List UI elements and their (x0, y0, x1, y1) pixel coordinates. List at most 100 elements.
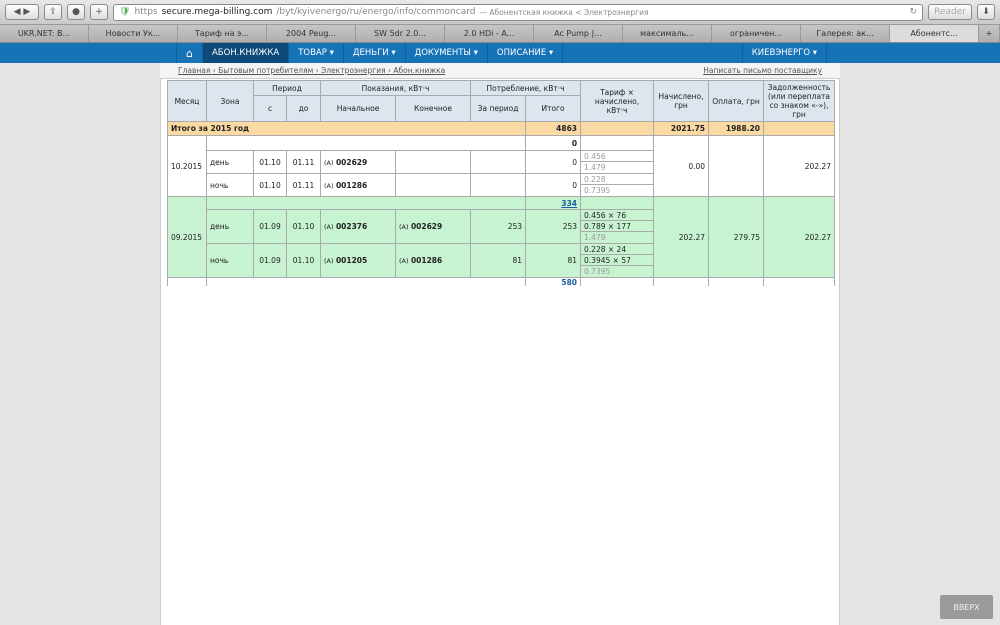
browser-tab-active[interactable]: Абонентс... (890, 25, 979, 42)
year-paid: 1988.20 (708, 121, 765, 136)
tariff-line: 0.228 (581, 175, 653, 185)
url-scheme: https (134, 7, 158, 17)
col-consumption: Потребление, кВт·ч (470, 80, 582, 96)
col-readings: Показания, кВт·ч (320, 80, 472, 96)
col-period: Период (252, 80, 322, 96)
browser-tab[interactable]: Тариф на э... (178, 25, 267, 42)
new-tab-icon[interactable]: + (979, 25, 1000, 42)
tariff-line: 0.456 × 76 (581, 211, 653, 221)
tab-bar: UKR.NET: В... Новости Ук... Тариф на э..… (0, 25, 1000, 43)
end-reading: (А) 001286 (395, 243, 472, 278)
extension-icon[interactable]: ● (67, 4, 85, 20)
address-bar[interactable]: 🛡 https secure.mega-billing.com/byt/kyiv… (113, 3, 923, 21)
month-row: 10.2015 0 0.00 202.27 (167, 135, 836, 197)
browser-tab[interactable]: ограничен... (712, 25, 801, 42)
scroll-top-button[interactable]: ВВЕРХ (940, 595, 993, 619)
zone-total: 0 (525, 173, 582, 197)
browser-tab[interactable]: SW 5dr 2.0... (356, 25, 445, 42)
tariff-line: 0.7395 (584, 186, 611, 195)
nav-documents[interactable]: ДОКУМЕНТЫ ▾ (406, 43, 488, 63)
browser-tab[interactable]: Галерея: ак... (801, 25, 890, 42)
prefix: (А) (324, 257, 334, 265)
col-from: с (253, 95, 287, 122)
value: 002629 (335, 157, 368, 167)
month: 10.2015 (167, 135, 207, 197)
col-month: Месяц (167, 80, 207, 122)
debt: 202.27 (763, 135, 836, 197)
from: 01.09 (253, 243, 287, 278)
tariff-line: 1.479 (584, 163, 606, 172)
write-supplier-link[interactable]: Написать письмо поставщику (703, 66, 822, 75)
col-debt: Задолженность (или переплата со знаком «… (763, 80, 836, 122)
content-panel: Месяц Зона Период Показания, кВт·ч Потре… (160, 79, 840, 625)
value: 001286 (410, 256, 443, 265)
zone-total: 253 (525, 209, 582, 244)
zone-period: 253 (470, 209, 527, 244)
downloads-icon[interactable]: ⬇ (977, 4, 995, 20)
browser-tab[interactable]: максималь... (623, 25, 712, 42)
nav-money[interactable]: ДЕНЬГИ ▾ (344, 43, 406, 63)
from: 01.10 (253, 173, 287, 197)
col-charged: Начислено, грн (653, 80, 710, 122)
month-row: 09.2015 334 202.27 279.75 202.27 (167, 196, 836, 278)
charged: 0.00 (653, 135, 710, 197)
col-paid: Оплата, грн (708, 80, 765, 122)
value: 001205 (335, 256, 368, 265)
year-total: 4863 (525, 121, 582, 136)
start-reading: (А) 001286 (320, 173, 397, 197)
reader-button[interactable]: Reader (928, 4, 972, 20)
from: 01.09 (253, 209, 287, 244)
to: 01.10 (285, 243, 322, 278)
share-icon[interactable]: ⇪ (44, 4, 62, 20)
back-forward-buttons[interactable]: ◀ ▶ (5, 4, 39, 20)
to: 01.11 (285, 173, 322, 197)
end-reading: (А) 002629 (395, 209, 472, 244)
prefix: (А) (324, 223, 334, 231)
value: 002376 (335, 222, 368, 231)
tariff-line: 0.456 (581, 152, 653, 162)
add-tab-icon[interactable]: + (90, 4, 108, 20)
tariff-cell: 0.456 1.479 (580, 150, 655, 174)
zone-period: 81 (470, 243, 527, 278)
zone-total: 0 (525, 150, 582, 174)
breadcrumb[interactable]: Главная › Бытовым потребителям › Электро… (178, 66, 445, 75)
browser-tab[interactable]: 2.0 HDi - A... (445, 25, 534, 42)
year-label: Итого за 2015 год (166, 121, 527, 136)
nav-abon-book[interactable]: АБОН.КНИЖКА (202, 43, 290, 63)
prefix: (А) (399, 257, 409, 265)
month-total-link[interactable]: 580 (561, 279, 577, 286)
zone: день (206, 209, 254, 244)
col-per-period: За период (470, 95, 527, 122)
page-title: — Абонентская книжка < Электроэнергия (479, 7, 649, 17)
col-end: Конечное (395, 95, 472, 122)
month-total-link[interactable]: 334 (561, 199, 577, 208)
home-icon[interactable]: ⌂ (176, 43, 203, 63)
browser-tab[interactable]: Ac Pump |... (534, 25, 623, 42)
nav-description[interactable]: ОПИСАНИЕ ▾ (488, 43, 564, 63)
start-reading: (А) 002629 (320, 150, 397, 174)
prefix: (А) (324, 181, 334, 190)
month-row-partial: 580 (167, 277, 836, 286)
tariff-cell: 0.228 × 24 0.3945 × 57 0.7395 (580, 243, 655, 278)
month-total: 0 (525, 135, 582, 151)
paid (708, 135, 765, 197)
paid: 279.75 (708, 196, 765, 278)
col-start: Начальное (320, 95, 397, 122)
start-reading: (А) 002376 (320, 209, 397, 244)
prefix: (А) (399, 223, 409, 231)
col-total: Итого (525, 95, 582, 122)
year-charged: 2021.75 (653, 121, 710, 136)
zone: ночь (206, 243, 254, 278)
from: 01.10 (253, 150, 287, 174)
browser-tab[interactable]: Новости Ук... (89, 25, 178, 42)
reload-icon[interactable]: ↻ (909, 7, 917, 17)
browser-toolbar: ◀ ▶ ⇪ ● + 🛡 https secure.mega-billing.co… (0, 0, 1000, 25)
browser-tab[interactable]: 2004 Peug... (267, 25, 356, 42)
nav-provider[interactable]: КИЕВЭНЕРГО ▾ (741, 43, 827, 63)
col-tariff: Тариф × начислено, кВт·ч (580, 80, 655, 122)
nav-goods[interactable]: ТОВАР ▾ (289, 43, 344, 63)
charged: 202.27 (653, 196, 710, 278)
zone: ночь (206, 173, 254, 197)
zone: день (206, 150, 254, 174)
browser-tab[interactable]: UKR.NET: В... (0, 25, 89, 42)
